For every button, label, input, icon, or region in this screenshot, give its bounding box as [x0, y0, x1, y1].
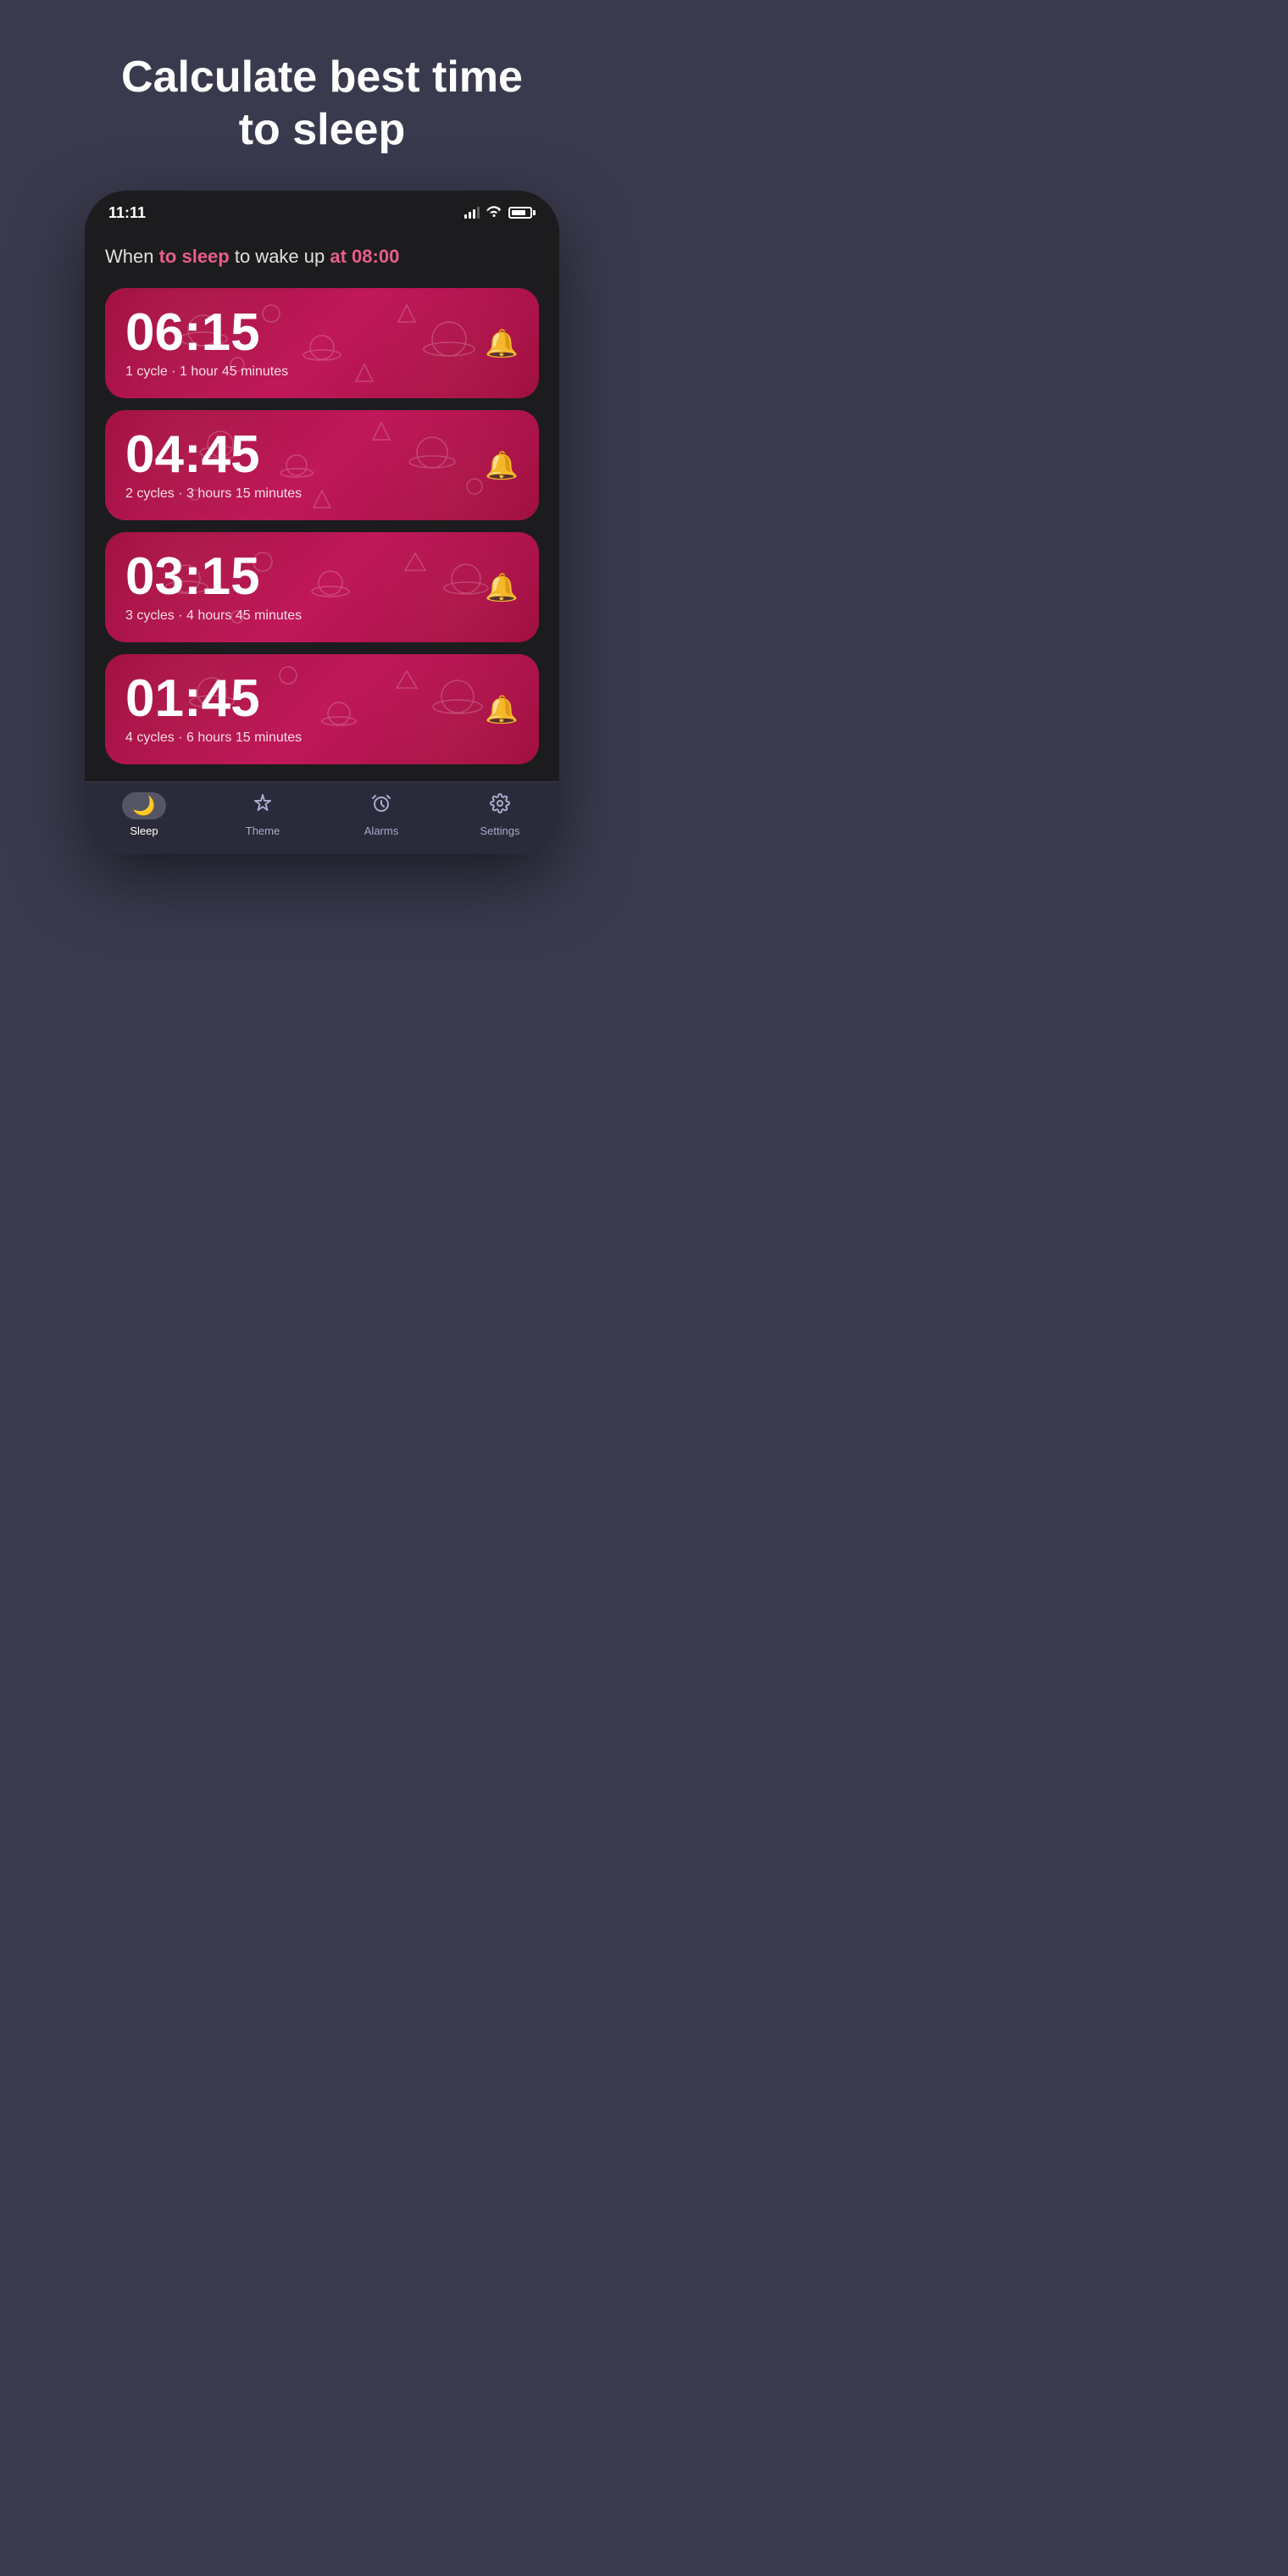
- nav-sleep-label: Sleep: [130, 824, 158, 837]
- nav-settings-label: Settings: [480, 824, 520, 837]
- nav-theme-label: Theme: [246, 824, 280, 837]
- page-title: Calculate best timeto sleep: [70, 0, 574, 191]
- nav-alarms-label: Alarms: [364, 824, 398, 837]
- card-4-cycles: 4 cycles · 6 hours 15 minutes: [125, 730, 302, 746]
- status-bar: 11:11: [85, 191, 559, 229]
- nav-theme-icon-wrap: [241, 792, 285, 819]
- card-4-time: 01:45: [125, 673, 302, 725]
- card-2-left: 04:45 2 cycles · 3 hours 15 minutes: [125, 429, 302, 502]
- subtitle-prefix: When: [105, 246, 159, 267]
- bell-icon-4: 🔔: [485, 693, 519, 725]
- bell-icon-3: 🔔: [485, 571, 519, 603]
- wake-time-subtitle: When to sleep to wake up at 08:00: [105, 246, 539, 268]
- card-1-left: 06:15 1 cycle · 1 hour 45 minutes: [125, 307, 288, 380]
- status-time: 11:11: [108, 204, 146, 222]
- nav-item-alarms[interactable]: Alarms: [322, 792, 441, 837]
- card-2-cycles: 2 cycles · 3 hours 15 minutes: [125, 486, 302, 502]
- signal-icon: [464, 207, 480, 219]
- phone-content: When to sleep to wake up at 08:00: [85, 229, 559, 781]
- sleep-moon-icon: 🌙: [132, 795, 155, 817]
- card-2-time: 04:45: [125, 429, 302, 481]
- card-1-cycles: 1 cycle · 1 hour 45 minutes: [125, 364, 288, 380]
- nav-item-sleep[interactable]: 🌙 Sleep: [85, 792, 203, 837]
- nav-settings-icon-wrap: [478, 792, 522, 819]
- battery-icon: [508, 207, 536, 219]
- subtitle-mid: to wake up: [230, 246, 330, 267]
- bottom-nav: 🌙 Sleep Theme: [85, 781, 559, 854]
- subtitle-sleep: to sleep: [159, 246, 230, 267]
- nav-alarms-icon-wrap: [359, 792, 403, 819]
- wifi-icon: [486, 205, 502, 221]
- card-1-time: 06:15: [125, 307, 288, 359]
- sleep-card-2[interactable]: 04:45 2 cycles · 3 hours 15 minutes 🔔: [105, 410, 539, 520]
- phone-mockup: 11:11: [85, 191, 559, 854]
- nav-sleep-icon-wrap: 🌙: [122, 792, 166, 819]
- subtitle-at: at 08:00: [330, 246, 399, 267]
- card-3-time: 03:15: [125, 551, 302, 603]
- sleep-card-3[interactable]: 03:15 3 cycles · 4 hours 45 minutes 🔔: [105, 532, 539, 642]
- nav-item-settings[interactable]: Settings: [441, 792, 559, 837]
- card-4-left: 01:45 4 cycles · 6 hours 15 minutes: [125, 673, 302, 746]
- sleep-card-1[interactable]: 06:15 1 cycle · 1 hour 45 minutes 🔔: [105, 288, 539, 398]
- card-3-cycles: 3 cycles · 4 hours 45 minutes: [125, 608, 302, 624]
- bell-icon-2: 🔔: [485, 449, 519, 481]
- card-3-left: 03:15 3 cycles · 4 hours 45 minutes: [125, 551, 302, 624]
- alarms-clock-icon: [371, 793, 391, 819]
- nav-item-theme[interactable]: Theme: [203, 792, 322, 837]
- theme-brush-icon: [253, 793, 273, 819]
- status-icons: [464, 205, 536, 221]
- settings-gear-icon: [490, 793, 510, 819]
- bell-icon-1: 🔔: [485, 327, 519, 359]
- sleep-cards-list: 06:15 1 cycle · 1 hour 45 minutes 🔔: [105, 288, 539, 781]
- sleep-card-4[interactable]: 01:45 4 cycles · 6 hours 15 minutes 🔔: [105, 654, 539, 764]
